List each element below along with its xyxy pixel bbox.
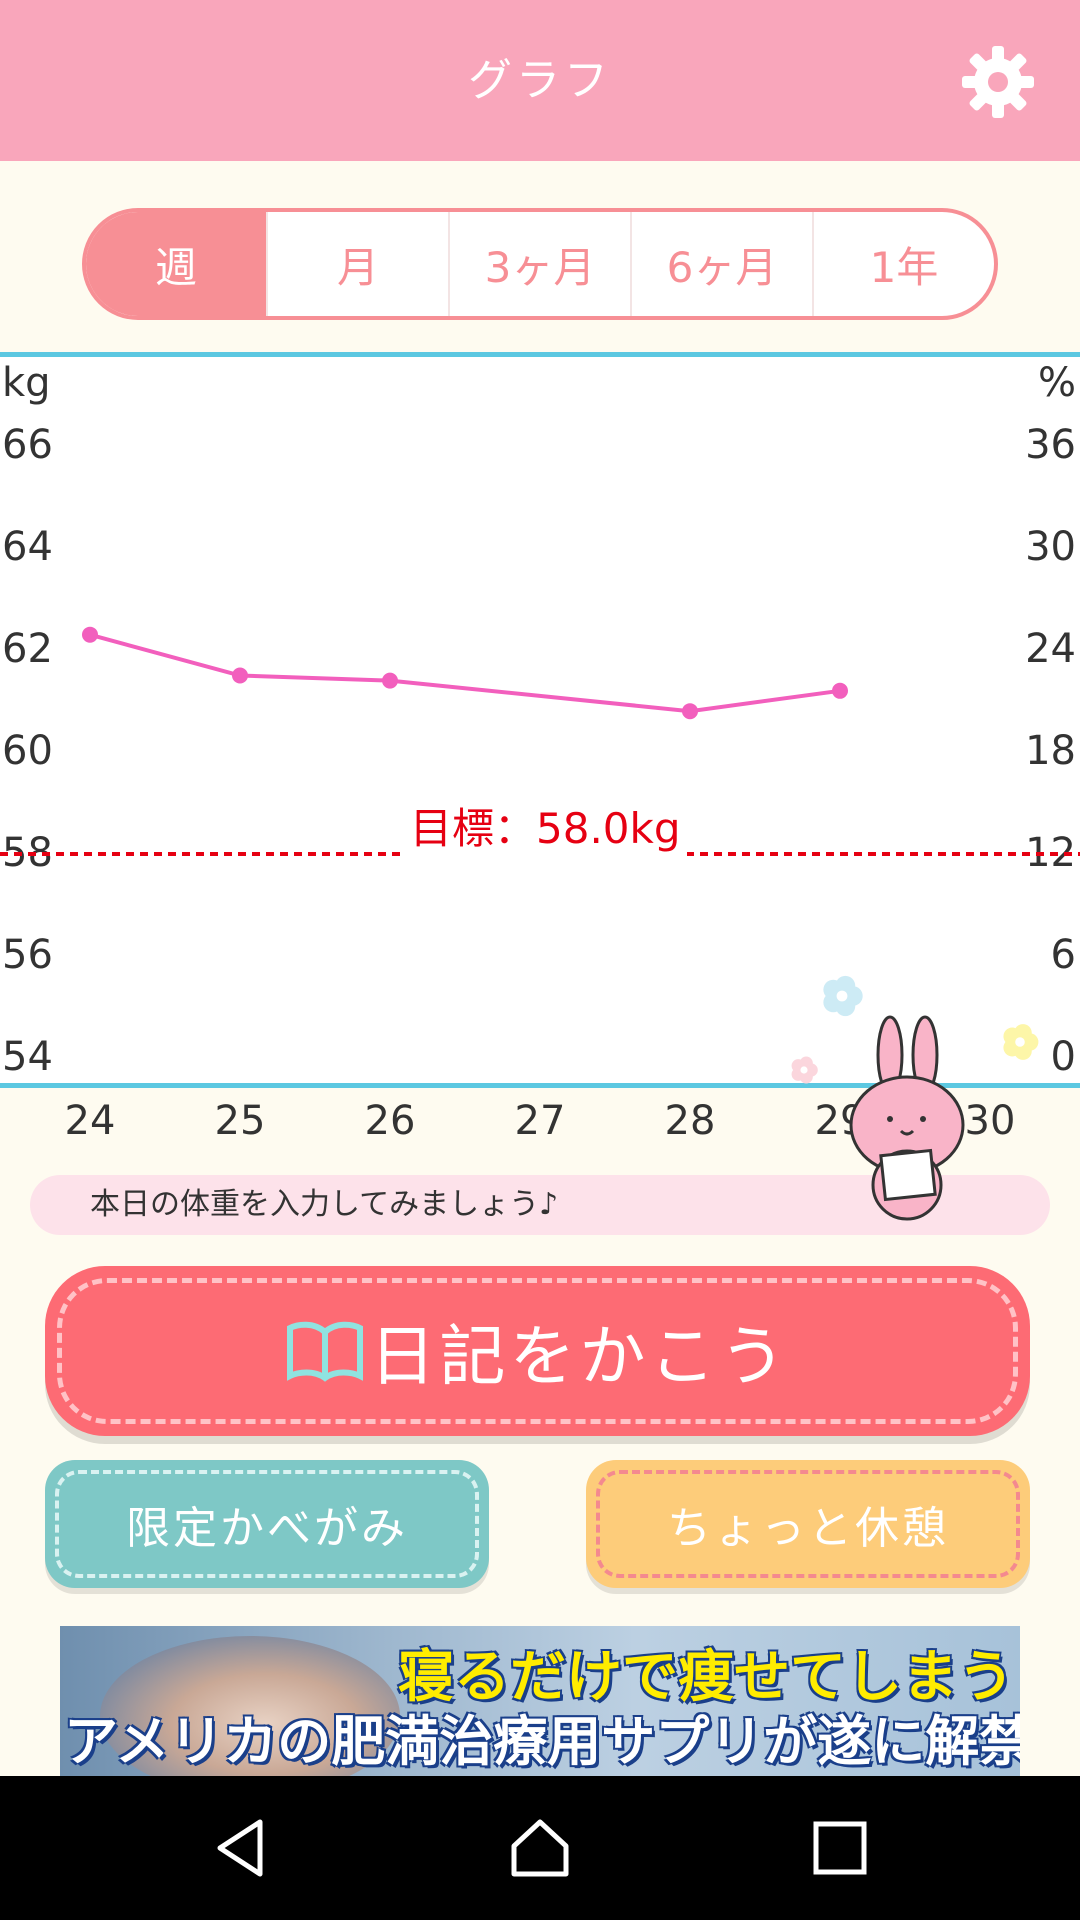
right-tick-label: 6 xyxy=(1050,932,1076,978)
tab-week[interactable]: 週 xyxy=(86,212,266,316)
app-header: グラフ xyxy=(0,0,1080,161)
ad-banner[interactable]: 寝るだけで痩せてしまう アメリカの肥満治療用サプリが遂に解禁! xyxy=(60,1626,1020,1776)
break-button-label: ちょっと休憩 xyxy=(667,1503,949,1554)
bunny-mascot-icon xyxy=(849,1015,965,1221)
x-tick-label: 27 xyxy=(514,1098,566,1144)
tab-3-months[interactable]: 3ヶ月 xyxy=(448,212,630,316)
left-tick-label: 58 xyxy=(2,830,53,876)
take-a-break-button[interactable]: ちょっと休憩 xyxy=(586,1460,1030,1588)
x-tick-label: 28 xyxy=(664,1098,716,1144)
write-diary-button[interactable]: 日記をかこう xyxy=(45,1266,1030,1436)
right-tick-label: 24 xyxy=(1025,626,1076,672)
tab-6-months[interactable]: 6ヶ月 xyxy=(630,212,812,316)
left-tick-label: 60 xyxy=(2,728,53,774)
left-tick-label: 54 xyxy=(2,1034,53,1080)
x-tick-label: 24 xyxy=(64,1098,116,1144)
left-tick-label: 64 xyxy=(2,524,53,570)
weight-chart xyxy=(0,352,1080,1088)
x-tick-label: 26 xyxy=(364,1098,416,1144)
left-tick-label: 62 xyxy=(2,626,53,672)
left-tick-label: 56 xyxy=(2,932,53,978)
right-tick-label: 0 xyxy=(1050,1034,1076,1080)
page-title: グラフ xyxy=(468,55,612,106)
right-axis-unit: % xyxy=(1037,360,1076,406)
gear-icon[interactable] xyxy=(958,42,1038,122)
left-axis-unit: kg xyxy=(2,360,51,406)
book-icon xyxy=(286,1321,363,1382)
left-tick-label: 66 xyxy=(2,422,53,468)
diary-button-label: 日記をかこう xyxy=(369,1318,790,1395)
right-tick-label: 12 xyxy=(1025,830,1076,876)
tab-1-year[interactable]: 1年 xyxy=(812,212,994,316)
back-icon[interactable] xyxy=(210,1816,274,1880)
x-tick-label: 25 xyxy=(214,1098,266,1144)
right-tick-label: 30 xyxy=(1025,524,1076,570)
ad-subheadline: アメリカの肥満治療用サプリが遂に解禁! xyxy=(64,1710,1020,1773)
recents-icon[interactable] xyxy=(808,1816,872,1880)
goal-label: 目標：58.0kg xyxy=(404,795,687,856)
right-tick-label: 36 xyxy=(1025,422,1076,468)
tab-month[interactable]: 月 xyxy=(266,212,448,316)
system-nav-bar xyxy=(0,1776,1080,1920)
wallpaper-button-label: 限定かべがみ xyxy=(126,1503,408,1554)
home-icon[interactable] xyxy=(508,1816,572,1880)
right-tick-label: 18 xyxy=(1025,728,1076,774)
limited-wallpaper-button[interactable]: 限定かべがみ xyxy=(45,1460,489,1588)
period-tabs: 週 月 3ヶ月 6ヶ月 1年 xyxy=(82,208,998,320)
